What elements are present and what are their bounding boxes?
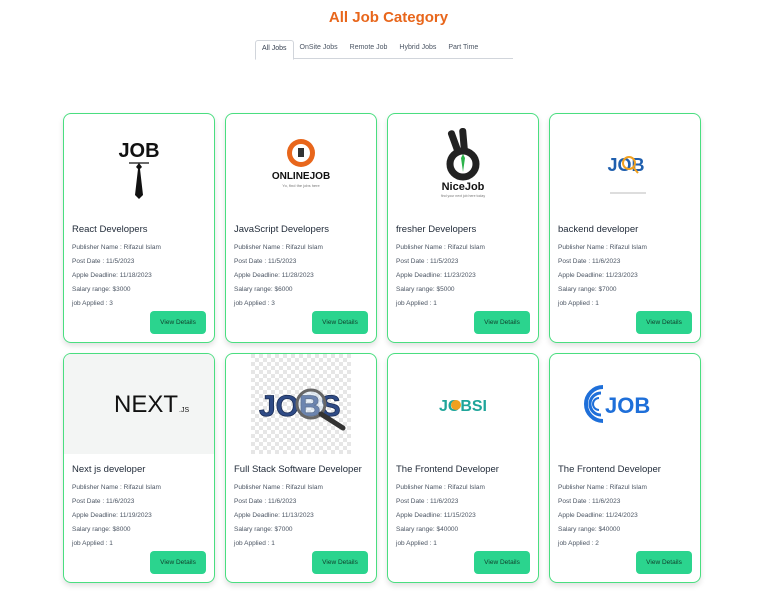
job-title: fresher Developers — [396, 224, 477, 235]
view-details-button[interactable]: View Details — [474, 551, 530, 574]
publisher-name: Publisher Name : Rifazul Islam — [558, 484, 647, 491]
svg-text:NEXT: NEXT — [114, 391, 178, 418]
job-title: Next js developer — [72, 464, 146, 475]
salary-range: Salary range: $40000 — [558, 526, 621, 533]
job-title: React Developers — [72, 224, 148, 235]
post-date: Post Date : 11/6/2023 — [558, 258, 621, 265]
category-tabs: All Jobs OnSite Jobs Remote Job Hybrid J… — [255, 40, 513, 60]
view-details-button[interactable]: View Details — [150, 551, 206, 574]
publisher-name: Publisher Name : Rifazul Islam — [558, 244, 647, 251]
salary-range: Salary range: $5000 — [396, 286, 455, 293]
company-logo: JOB — [64, 114, 214, 214]
salary-range: Salary range: $7000 — [234, 526, 293, 533]
jobs-applied: job Applied : 1 — [72, 540, 113, 547]
job-card: NEXT .JS Next js developer Publisher Nam… — [63, 353, 215, 583]
salary-range: Salary range: $6000 — [234, 286, 293, 293]
apply-deadline: Apple Deadline: 11/18/2023 — [72, 272, 152, 279]
publisher-name: Publisher Name : Rifazul Islam — [396, 484, 485, 491]
company-logo: JOBS — [226, 354, 376, 454]
salary-range: Salary range: $8000 — [72, 526, 131, 533]
publisher-name: Publisher Name : Rifazul Islam — [72, 244, 161, 251]
svg-text:JOB: JOB — [118, 140, 159, 162]
job-card: ONLINEJOB Yo, find the jobs here JavaScr… — [225, 113, 377, 343]
salary-range: Salary range: $3000 — [72, 286, 131, 293]
view-details-button[interactable]: View Details — [150, 311, 206, 334]
svg-text:NiceJob: NiceJob — [442, 181, 485, 193]
publisher-name: Publisher Name : Rifazul Islam — [72, 484, 161, 491]
publisher-name: Publisher Name : Rifazul Islam — [234, 484, 323, 491]
post-date: Post Date : 11/5/2023 — [72, 258, 135, 265]
tab-remote-job[interactable]: Remote Job — [344, 40, 394, 58]
company-logo: ONLINEJOB Yo, find the jobs here — [226, 114, 376, 214]
post-date: Post Date : 11/6/2023 — [234, 498, 297, 505]
svg-text:Yo, find the jobs here: Yo, find the jobs here — [282, 183, 320, 188]
post-date: Post Date : 11/6/2023 — [558, 498, 621, 505]
post-date: Post Date : 11/5/2023 — [234, 258, 297, 265]
view-details-button[interactable]: View Details — [636, 551, 692, 574]
job-card: JOB React Developers Publisher Name : Ri… — [63, 113, 215, 343]
post-date: Post Date : 11/6/2023 — [396, 498, 459, 505]
job-title: The Frontend Developer — [558, 464, 661, 475]
page-title: All Job Category — [328, 9, 449, 26]
job-card: JOBSI The Frontend Developer Publisher N… — [387, 353, 539, 583]
tab-all-jobs[interactable]: All Jobs — [255, 40, 294, 60]
company-logo: NEXT .JS — [64, 354, 214, 454]
company-logo: JOB — [550, 354, 700, 454]
company-logo: JOBSI — [388, 354, 538, 454]
jobs-applied: job Applied : 1 — [234, 540, 275, 547]
apply-deadline: Apple Deadline: 11/23/2023 — [396, 272, 476, 279]
job-card: NiceJob find your next job here today fr… — [387, 113, 539, 343]
salary-range: Salary range: $40000 — [396, 526, 459, 533]
view-details-button[interactable]: View Details — [312, 551, 368, 574]
post-date: Post Date : 11/5/2023 — [396, 258, 459, 265]
view-details-button[interactable]: View Details — [312, 311, 368, 334]
apply-deadline: Apple Deadline: 11/15/2023 — [396, 512, 476, 519]
post-date: Post Date : 11/6/2023 — [72, 498, 135, 505]
jobs-applied: job Applied : 1 — [396, 300, 437, 307]
jobs-applied: job Applied : 3 — [234, 300, 275, 307]
view-details-button[interactable]: View Details — [474, 311, 530, 334]
job-title: backend developer — [558, 224, 639, 235]
jobs-applied: job Applied : 2 — [558, 540, 599, 547]
job-card: JOBS Full Stack Software Developer Publi… — [225, 353, 377, 583]
apply-deadline: Apple Deadline: 11/13/2023 — [234, 512, 314, 519]
company-logo: NiceJob find your next job here today — [388, 114, 538, 214]
salary-range: Salary range: $7000 — [558, 286, 617, 293]
tab-onsite-jobs[interactable]: OnSite Jobs — [294, 40, 344, 58]
view-details-button[interactable]: View Details — [636, 311, 692, 334]
apply-deadline: Apple Deadline: 11/19/2023 — [72, 512, 152, 519]
apply-deadline: Apple Deadline: 11/23/2023 — [558, 272, 638, 279]
jobs-applied: job Applied : 1 — [396, 540, 437, 547]
svg-text:find your next job here today: find your next job here today — [441, 194, 485, 198]
publisher-name: Publisher Name : Rifazul Islam — [396, 244, 485, 251]
tab-hybrid-jobs[interactable]: Hybrid Jobs — [393, 40, 442, 58]
jobs-applied: job Applied : 1 — [558, 300, 599, 307]
svg-text:.JS: .JS — [179, 407, 189, 414]
job-title: The Frontend Developer — [396, 464, 499, 475]
apply-deadline: Apple Deadline: 11/28/2023 — [234, 272, 314, 279]
jobs-applied: job Applied : 3 — [72, 300, 113, 307]
svg-text:JOBSI: JOBSI — [439, 398, 487, 415]
publisher-name: Publisher Name : Rifazul Islam — [234, 244, 323, 251]
job-title: Full Stack Software Developer — [234, 464, 362, 475]
svg-text:JOB: JOB — [605, 393, 650, 418]
tab-part-time[interactable]: Part Time — [442, 40, 484, 58]
job-title: JavaScript Developers — [234, 224, 330, 235]
job-card: JOB backend developer Publisher Name : R… — [549, 113, 701, 343]
svg-text:ONLINEJOB: ONLINEJOB — [272, 171, 330, 182]
company-logo: JOB — [550, 114, 700, 214]
job-card: JOB The Frontend Developer Publisher Nam… — [549, 353, 701, 583]
apply-deadline: Apple Deadline: 11/24/2023 — [558, 512, 638, 519]
